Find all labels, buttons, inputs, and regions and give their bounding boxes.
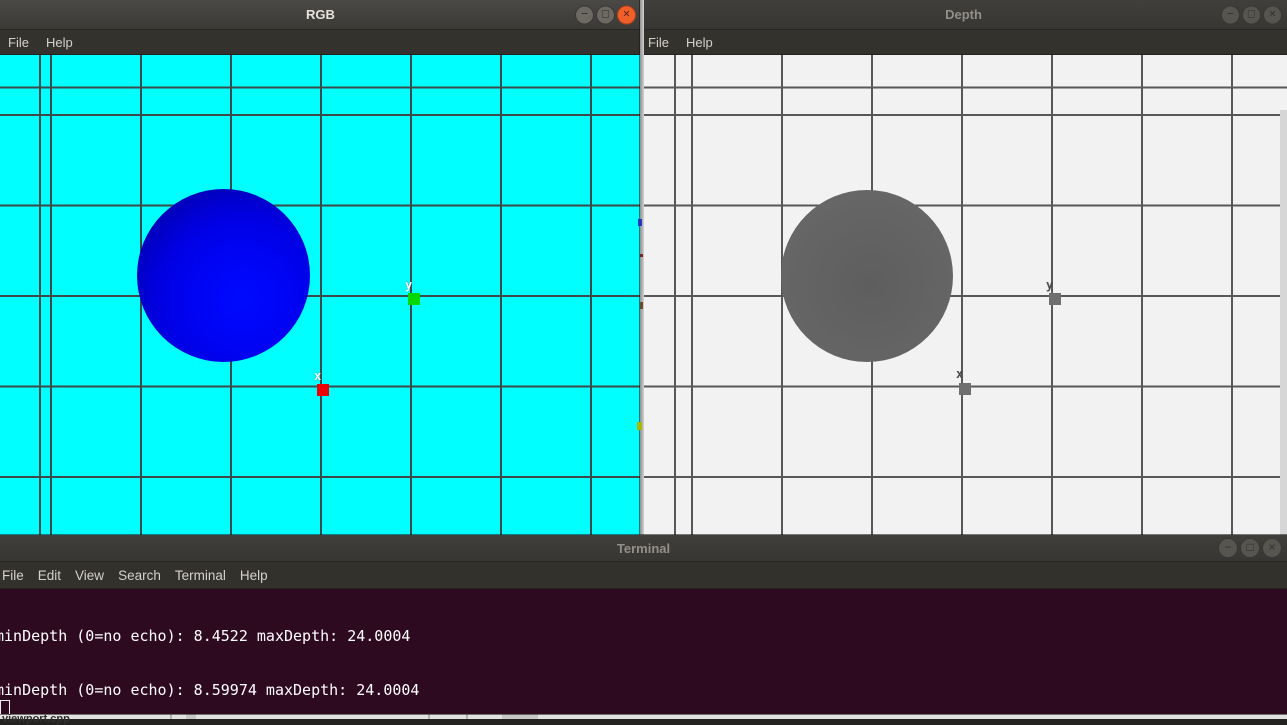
menu-search[interactable]: Search [118, 568, 161, 583]
close-button[interactable]: × [617, 5, 636, 24]
rgb-window-controls: − □ × [575, 5, 636, 24]
y-axis-marker [1049, 293, 1061, 305]
window-border [640, 0, 644, 535]
minimize-button[interactable]: − [575, 5, 594, 24]
minimize-button[interactable]: − [1218, 538, 1238, 558]
minimize-button[interactable]: − [1221, 5, 1240, 24]
depth-titlebar[interactable]: Depth − □ × [640, 0, 1287, 30]
x-axis-label: x [314, 370, 321, 382]
terminal-line: minDepth (0=no echo): 8.4522 maxDepth: 2… [0, 627, 419, 645]
minimize-icon: − [1227, 6, 1234, 23]
depth-window-title: Depth [945, 7, 982, 22]
rgb-menubar: File Help [0, 30, 641, 54]
menu-view[interactable]: View [75, 568, 104, 583]
viewport-edge-strip [1280, 110, 1287, 535]
close-button[interactable]: × [1263, 5, 1282, 24]
background-file-name: viewport.cpp [2, 713, 70, 725]
maximize-icon: □ [602, 6, 609, 23]
terminal-window-controls: − □ × [1218, 538, 1282, 558]
close-icon: × [1268, 539, 1275, 556]
maximize-icon: □ [1246, 539, 1253, 556]
terminal-output: minDepth (0=no echo): 8.4522 maxDepth: 2… [0, 590, 419, 714]
y-axis-marker [408, 293, 420, 305]
close-button[interactable]: × [1262, 538, 1282, 558]
depth-sphere [781, 190, 953, 362]
depth-menubar: File Help [640, 30, 1287, 54]
seam-artifact [640, 254, 643, 257]
rgb-sphere [137, 189, 310, 362]
x-axis-marker [959, 383, 971, 395]
terminal-window: Terminal − □ × File Edit View Search Ter… [0, 535, 1287, 714]
menu-help[interactable]: Help [686, 35, 713, 50]
menu-help[interactable]: Help [240, 568, 268, 583]
menu-file[interactable]: File [648, 35, 669, 50]
y-axis-label: y [1046, 279, 1053, 291]
maximize-button[interactable]: □ [1240, 538, 1260, 558]
terminal-cursor [0, 700, 10, 714]
terminal-line: minDepth (0=no echo): 8.59974 maxDepth: … [0, 681, 419, 699]
minimize-icon: − [1224, 539, 1231, 556]
depth-window-controls: − □ × [1221, 5, 1282, 24]
maximize-icon: □ [1248, 6, 1255, 23]
depth-camera-viewport[interactable]: y x [640, 55, 1287, 535]
menu-edit[interactable]: Edit [38, 568, 61, 583]
terminal-titlebar[interactable]: Terminal − □ × [0, 535, 1287, 562]
rgb-window-title: RGB [306, 7, 335, 22]
y-axis-label: y [405, 279, 412, 291]
depth-window: Depth − □ × File Help y x [640, 0, 1287, 535]
x-axis-label: x [956, 368, 963, 380]
seam-artifact [640, 302, 643, 309]
terminal-output-area[interactable]: minDepth (0=no echo): 8.4522 maxDepth: 2… [0, 589, 1287, 714]
menu-help[interactable]: Help [46, 35, 73, 50]
close-icon: × [623, 6, 630, 23]
seam-artifact [638, 219, 642, 226]
close-icon: × [1269, 6, 1276, 23]
terminal-menubar: File Edit View Search Terminal Help [0, 562, 1287, 588]
rgb-titlebar[interactable]: RGB − □ × [0, 0, 641, 30]
terminal-window-title: Terminal [617, 541, 670, 556]
menu-file[interactable]: File [8, 35, 29, 50]
x-axis-marker [317, 384, 329, 396]
maximize-button[interactable]: □ [1242, 5, 1261, 24]
menu-file[interactable]: File [2, 568, 24, 583]
minimize-icon: − [581, 6, 588, 23]
rgb-camera-viewport[interactable]: y x [0, 55, 641, 535]
rgb-window: RGB − □ × File Help y x [0, 0, 641, 535]
seam-artifact [637, 422, 642, 430]
menu-terminal[interactable]: Terminal [175, 568, 226, 583]
maximize-button[interactable]: □ [596, 5, 615, 24]
